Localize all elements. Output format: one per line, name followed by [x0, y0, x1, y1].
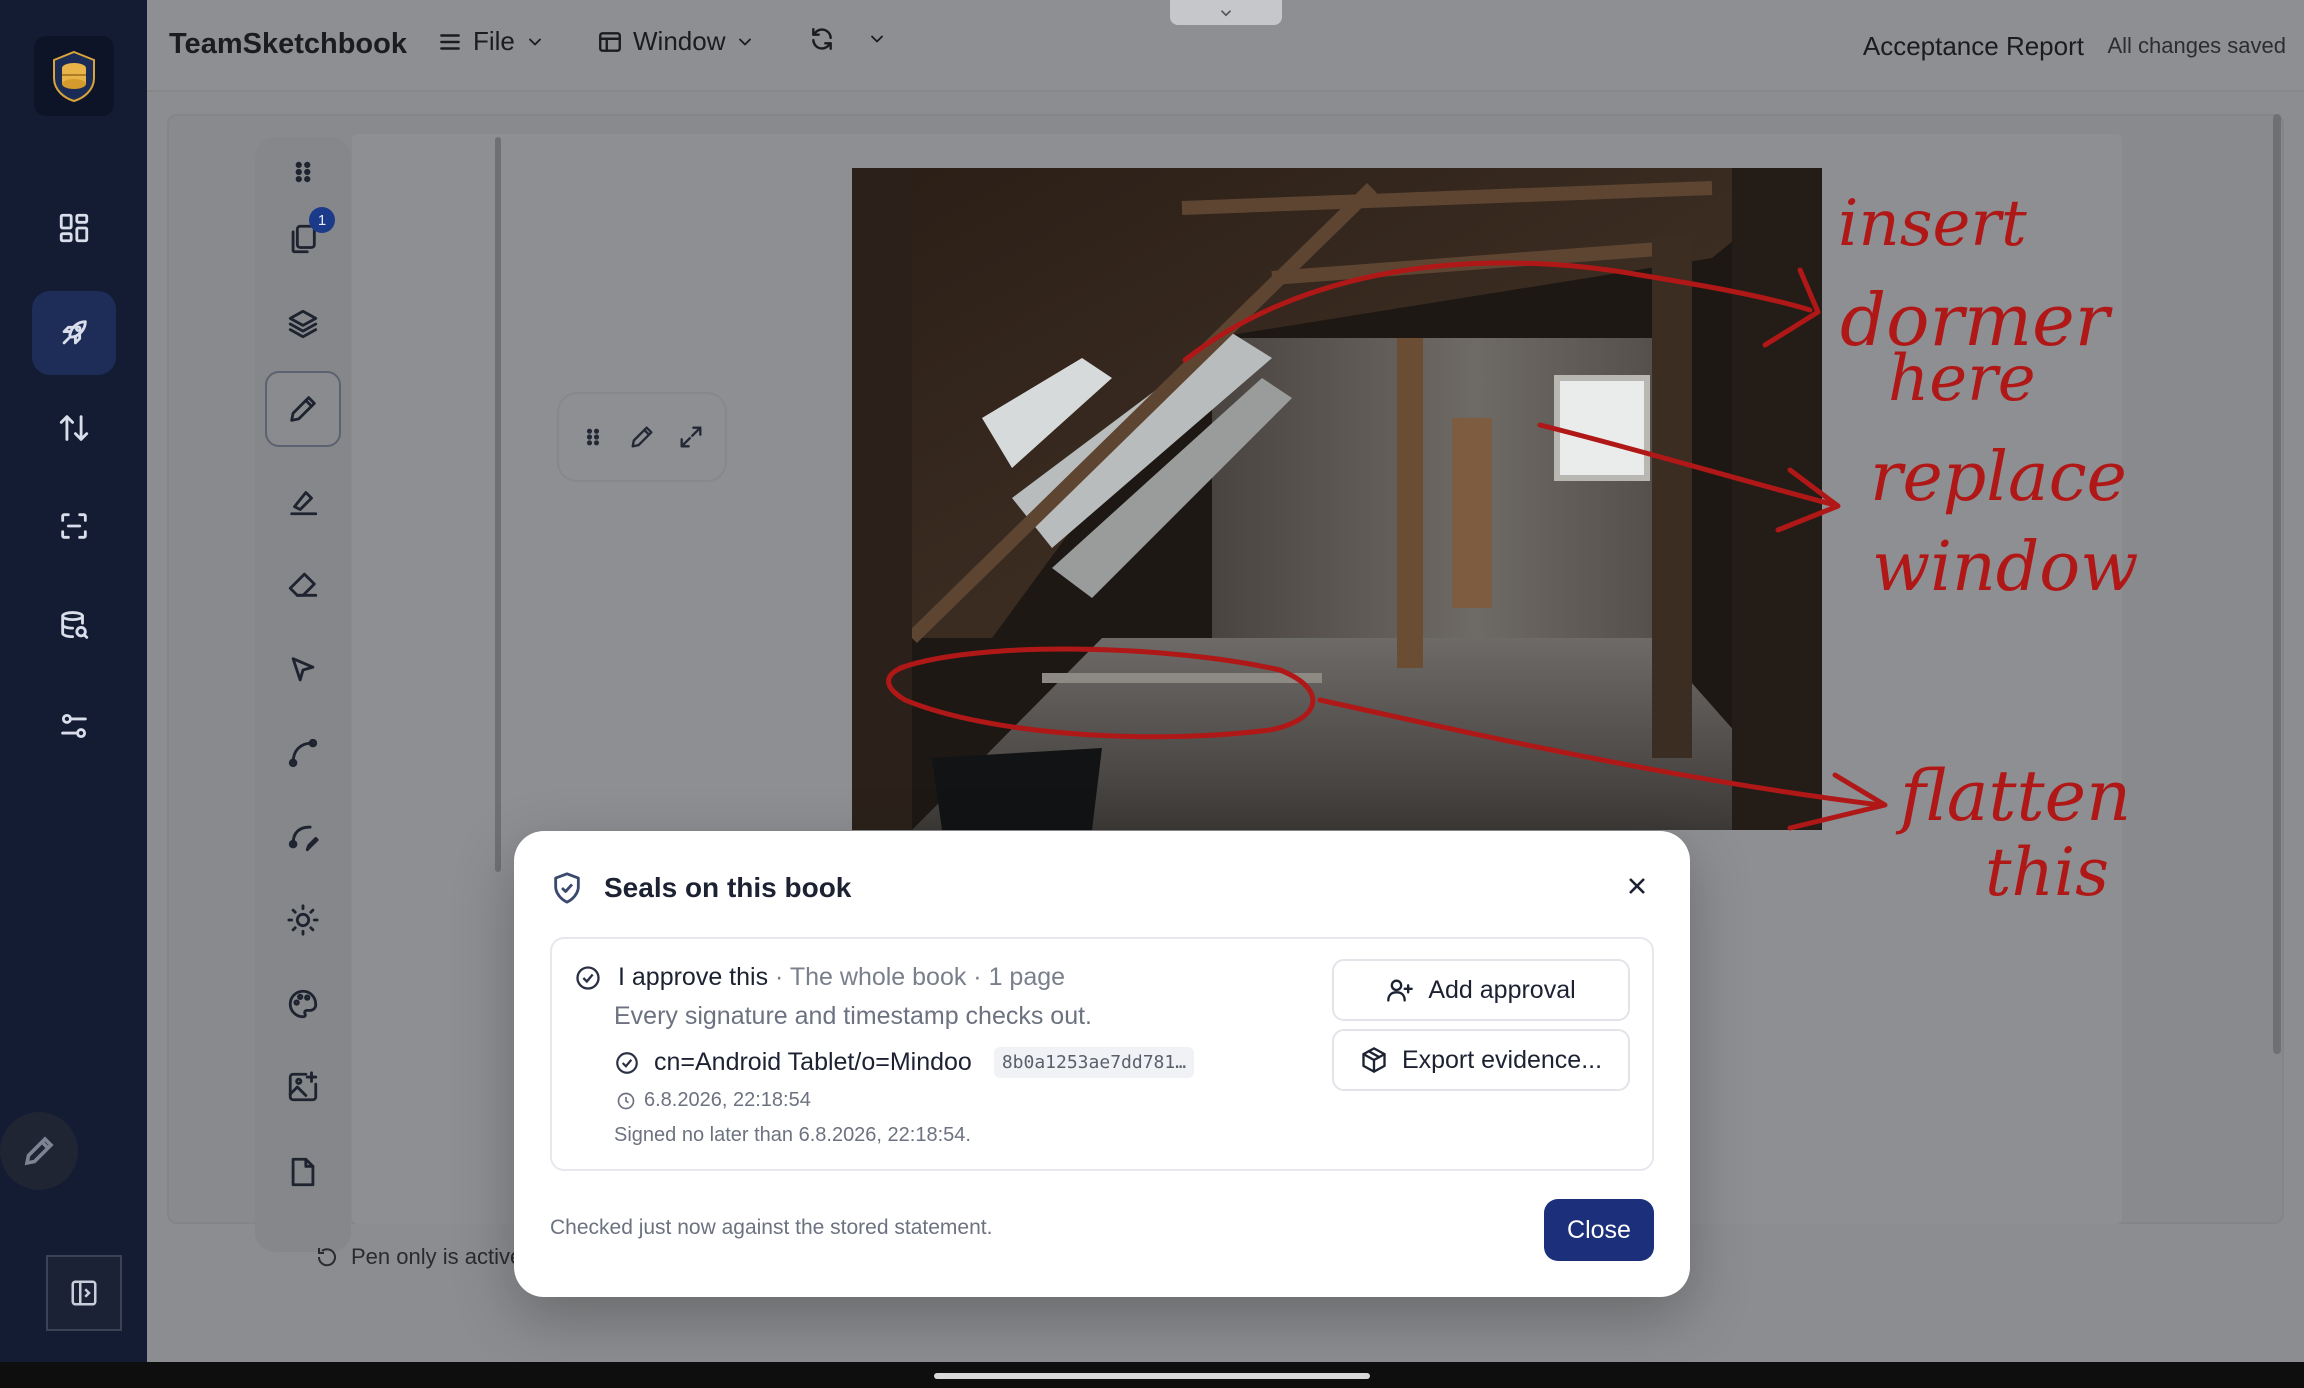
- chevron-down-icon: [1220, 9, 1232, 16]
- signing-time: 6.8.2026, 22:18:54: [616, 1089, 811, 1112]
- canvas-scrollbar[interactable]: [2273, 114, 2281, 1054]
- package-icon: [1362, 1047, 1386, 1073]
- page-tool[interactable]: [267, 1136, 339, 1208]
- window-menu[interactable]: Window: [597, 26, 755, 57]
- clock-icon: [617, 1092, 635, 1109]
- palette-icon: [288, 989, 318, 1019]
- add-approval-button[interactable]: Add approval: [1332, 959, 1630, 1021]
- document-title: Acceptance Report: [1862, 31, 2084, 61]
- curve-icon: [288, 738, 318, 768]
- signing-time-text: 6.8.2026, 22:18:54: [644, 1089, 811, 1111]
- attic-photo[interactable]: [852, 168, 1822, 830]
- toolstrip-scrollbar[interactable]: [495, 137, 501, 872]
- grid-icon: [59, 213, 89, 243]
- pointer-icon: [291, 657, 315, 682]
- brightness-icon: [287, 904, 319, 936]
- dialog-header: Seals on this book: [550, 871, 851, 905]
- pen-icon[interactable]: [628, 423, 656, 451]
- sidebar-toggle-button[interactable]: [46, 1255, 122, 1331]
- sidebar-item-database[interactable]: [32, 584, 116, 668]
- shield-check-icon: [554, 872, 580, 904]
- drag-handle-icon: [295, 161, 311, 183]
- close-button[interactable]: Close: [1544, 1199, 1654, 1261]
- home-indicator[interactable]: [934, 1373, 1370, 1379]
- export-evidence-label: Export evidence...: [1401, 1045, 1603, 1074]
- scan-icon: [61, 513, 87, 539]
- arrows-updown-icon: [59, 415, 89, 441]
- seal-verification: Every signature and timestamp checks out…: [614, 1002, 1093, 1030]
- sidebar-item-settings[interactable]: [32, 684, 116, 768]
- file-menu[interactable]: File: [437, 26, 545, 57]
- check-circle-icon: [576, 965, 600, 990]
- window-menu-label: Window: [633, 26, 726, 56]
- eraser-tool[interactable]: [267, 548, 339, 620]
- expand-icon[interactable]: [677, 423, 705, 451]
- rocket-icon: [62, 320, 87, 345]
- app-sidebar: [0, 0, 147, 1362]
- seal-name: I approve this: [618, 963, 769, 991]
- certificate-hash[interactable]: 8b0a1253ae7dd781…: [993, 1047, 1195, 1078]
- curve-edit-tool[interactable]: [267, 801, 339, 873]
- curve-tool[interactable]: [267, 717, 339, 789]
- add-approval-label: Add approval: [1428, 975, 1576, 1004]
- pen-tool[interactable]: [265, 371, 341, 447]
- brightness-tool[interactable]: [267, 884, 339, 956]
- layers-tool[interactable]: [267, 288, 339, 360]
- export-evidence-button[interactable]: Export evidence...: [1332, 1029, 1630, 1091]
- pen-icon: [290, 396, 316, 422]
- sidebar-item-dashboard[interactable]: [32, 186, 116, 270]
- app-title: TeamSketchbook: [169, 28, 407, 60]
- signer-name: cn=Android Tablet/o=Mindoo: [654, 1048, 972, 1076]
- chevron-down-icon[interactable]: [867, 29, 887, 49]
- chevron-down-icon: [528, 38, 541, 45]
- undo-icon[interactable]: [315, 1245, 339, 1269]
- toolstrip-drag-handle[interactable]: [267, 147, 339, 197]
- sidebar-item-sync[interactable]: [32, 386, 116, 470]
- check-circle-icon: [616, 1051, 638, 1074]
- signer-row: cn=Android Tablet/o=Mindoo 8b0a1253ae7dd…: [614, 1047, 1195, 1078]
- window-icon: [599, 31, 621, 52]
- highlighter-tool[interactable]: [267, 465, 339, 537]
- highlighter-icon: [290, 491, 318, 516]
- chevron-down-icon: [739, 38, 752, 45]
- drag-handle-icon[interactable]: [579, 423, 607, 451]
- insert-image-tool[interactable]: [267, 1051, 339, 1123]
- database-search-icon: [61, 611, 89, 639]
- seal-header: I approve this · The whole book · 1 page: [574, 963, 1065, 992]
- seal-card: I approve this · The whole book · 1 page…: [550, 937, 1654, 1171]
- refresh-icon: [812, 28, 832, 50]
- page-icon: [291, 1157, 315, 1187]
- image-add-icon: [288, 1071, 318, 1102]
- sidebar-collapse-icon: [71, 1280, 97, 1306]
- tool-strip: 1: [255, 137, 351, 1252]
- floating-pen-toolbar: [557, 392, 727, 482]
- save-status: All changes saved: [2107, 33, 2286, 58]
- pull-down-tab[interactable]: [1170, 0, 1282, 25]
- pages-tool[interactable]: 1: [267, 203, 339, 275]
- sidebar-item-scan[interactable]: [32, 484, 116, 568]
- user-plus-icon: [1387, 979, 1414, 1002]
- layers-icon: [288, 309, 318, 339]
- menu-icon: [440, 33, 460, 50]
- pencil-icon: [24, 1136, 54, 1166]
- dialog-title: Seals on this book: [604, 872, 852, 903]
- pen-mode-button[interactable]: [0, 1112, 78, 1190]
- select-tool[interactable]: [267, 634, 339, 706]
- sliders-icon: [61, 713, 87, 739]
- app-logo: [34, 36, 114, 116]
- curve-edit-icon: [288, 825, 319, 852]
- close-icon: [1629, 878, 1645, 894]
- seal-scope: · The whole book · 1 page: [768, 963, 1066, 991]
- color-tool[interactable]: [267, 968, 339, 1040]
- sync-button[interactable]: [809, 26, 887, 52]
- timestamp-note: Signed no later than 6.8.2026, 22:18:54.: [614, 1124, 971, 1146]
- seals-dialog: Seals on this book I approve this · The …: [514, 831, 1690, 1297]
- dialog-close-x[interactable]: [1622, 871, 1652, 901]
- eraser-icon: [288, 572, 318, 597]
- sidebar-item-launch[interactable]: [32, 291, 116, 375]
- pages-count-badge: 1: [309, 207, 335, 233]
- dialog-footer-note: Checked just now against the stored stat…: [550, 1216, 993, 1239]
- photo-image: [852, 168, 1822, 830]
- file-menu-label: File: [473, 26, 515, 56]
